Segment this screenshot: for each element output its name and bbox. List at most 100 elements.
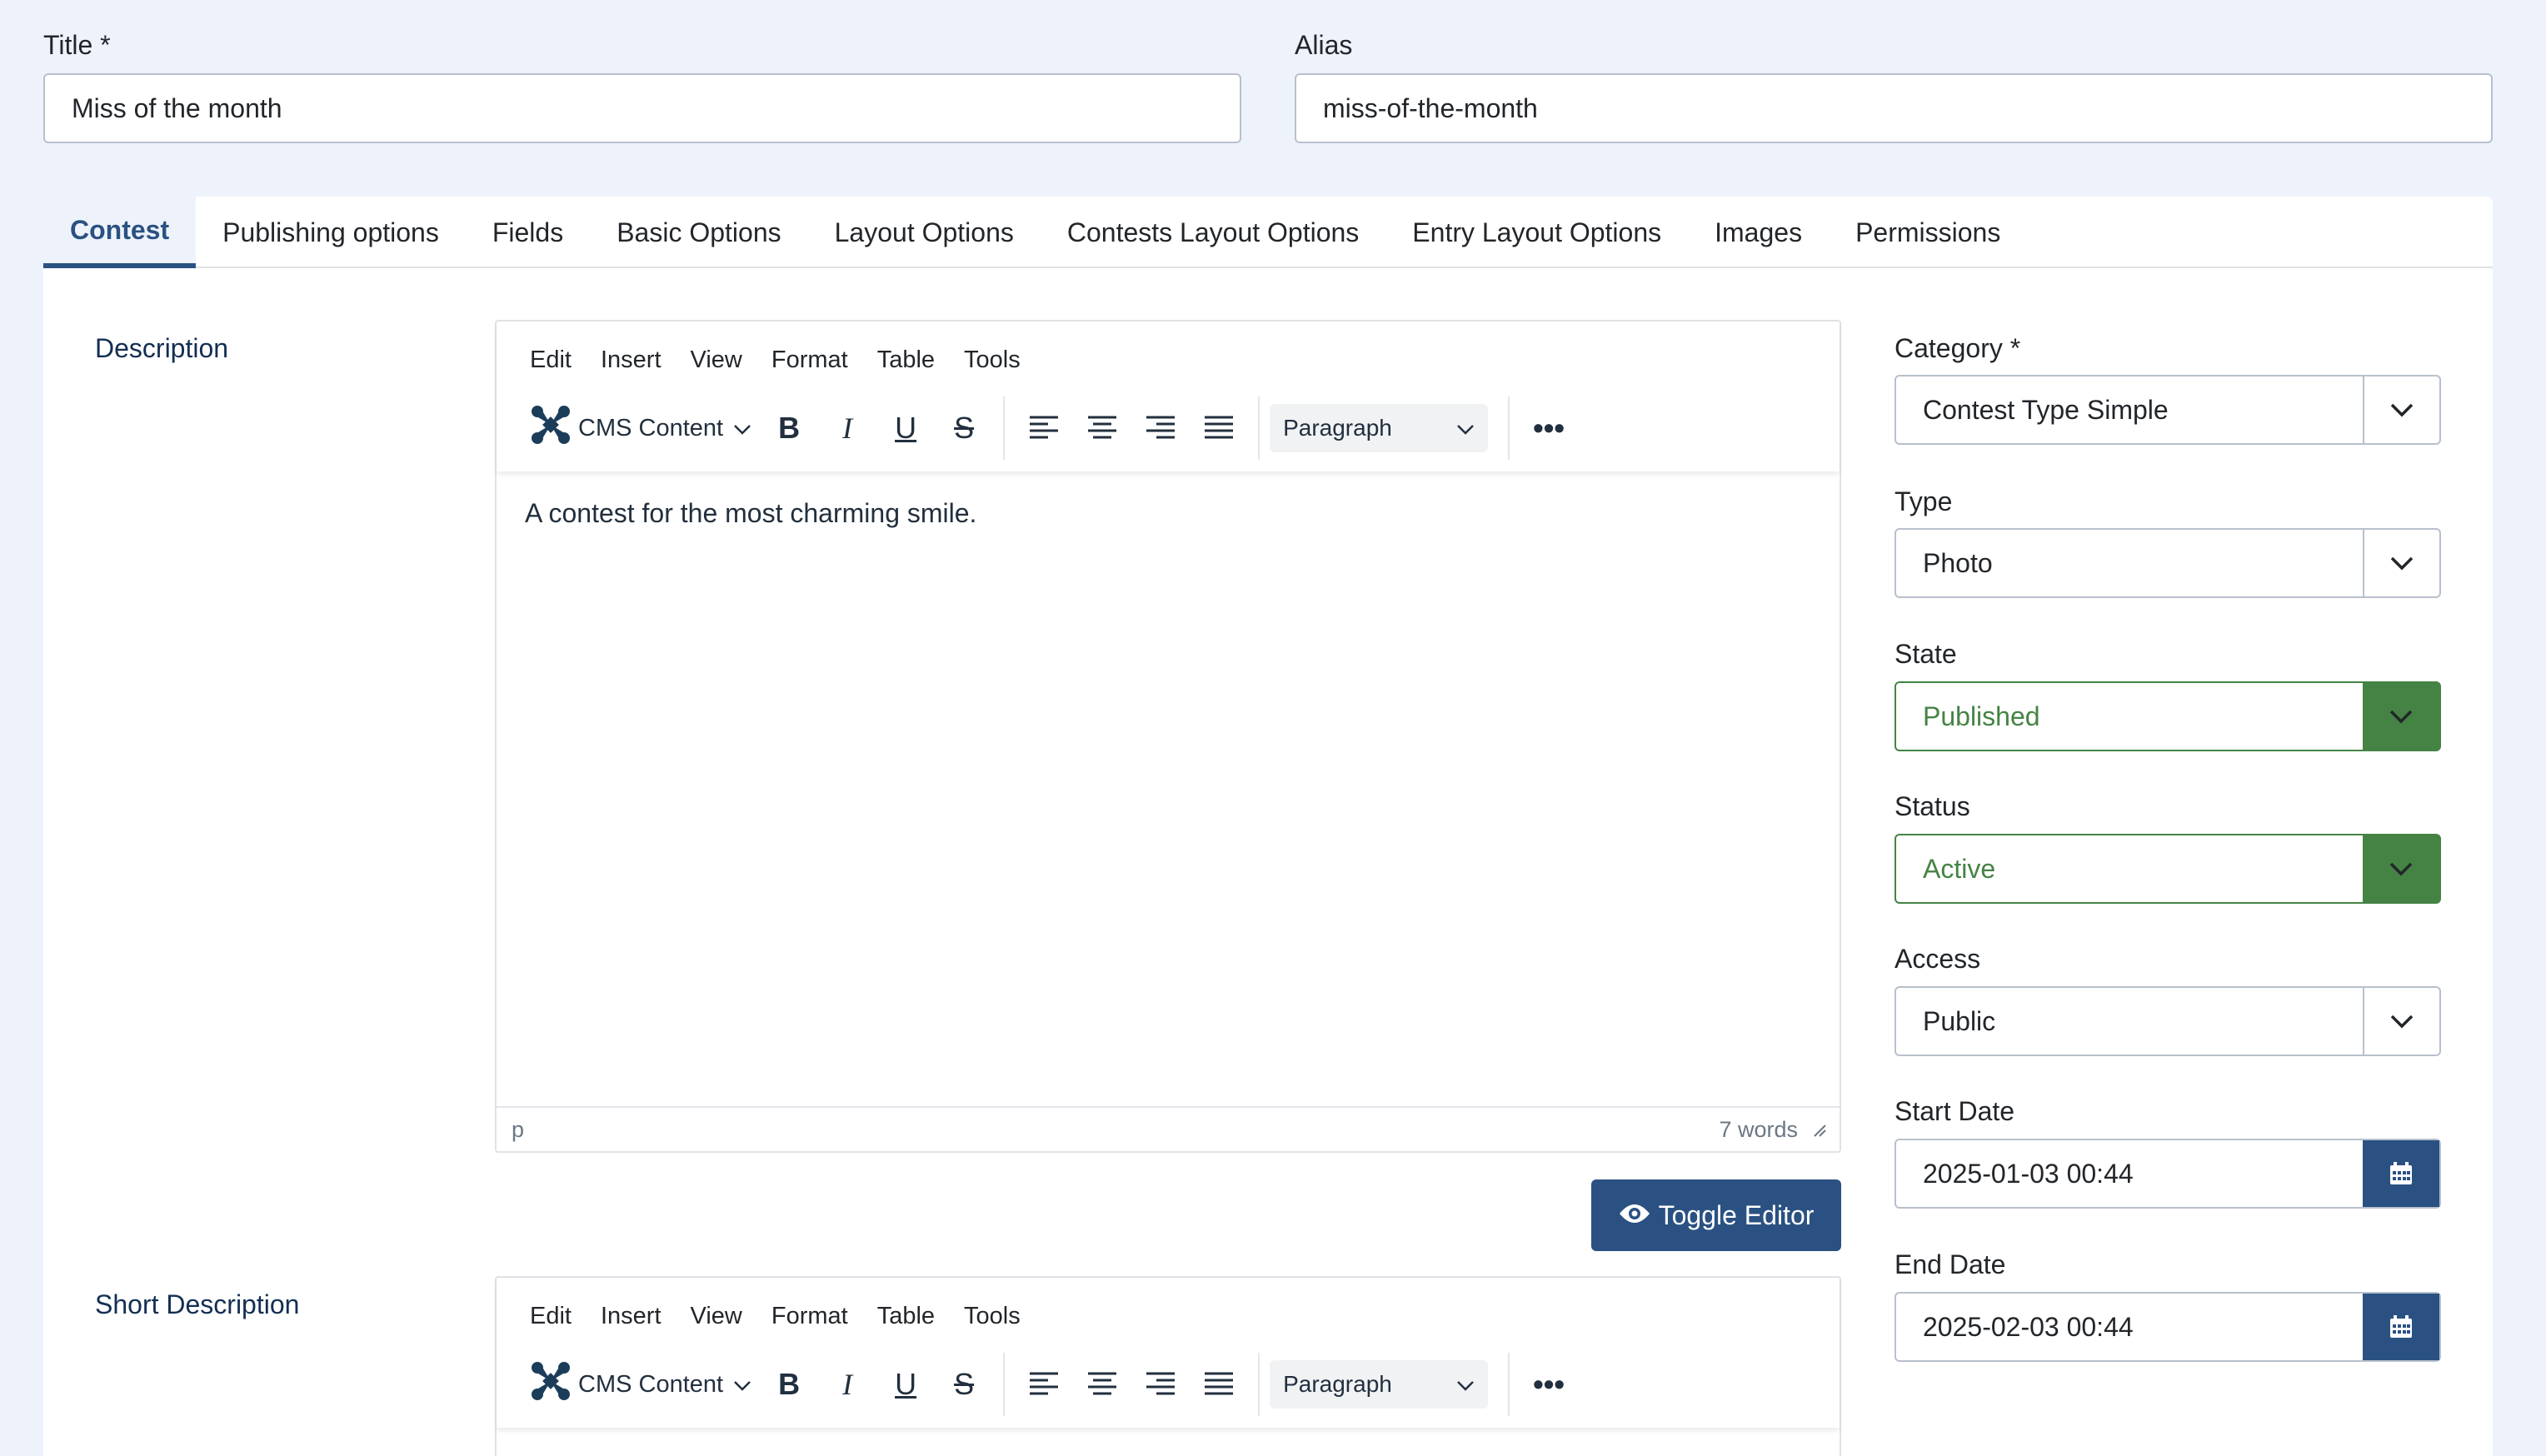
tab-entry-layout-options[interactable]: Entry Layout Options — [1385, 197, 1688, 268]
status-select[interactable]: Active — [1895, 834, 2441, 904]
chevron-down-icon — [2363, 835, 2439, 902]
underline-button[interactable]: U — [876, 1358, 935, 1411]
menu-format[interactable]: Format — [771, 347, 848, 374]
state-select[interactable]: Published — [1895, 681, 2441, 751]
toggle-editor-button[interactable]: Toggle Editor — [1591, 1179, 1841, 1251]
tab-fields[interactable]: Fields — [466, 197, 590, 268]
state-value: Published — [1923, 701, 2040, 731]
menu-table[interactable]: Table — [877, 1303, 935, 1330]
editor-statusbar: p 7 words — [497, 1106, 1840, 1151]
chevron-down-icon — [1456, 415, 1475, 441]
editor-menubar: Edit Insert View Format Table Tools — [530, 1303, 1050, 1330]
access-value: Public — [1923, 1005, 1996, 1036]
tab-basic-options[interactable]: Basic Options — [590, 197, 807, 268]
chevron-down-icon — [2363, 988, 2439, 1055]
editor-header: Edit Insert View Format Table Tools CMS … — [497, 322, 1840, 471]
cms-content-label: CMS Content — [578, 414, 724, 441]
align-right-icon[interactable] — [1131, 1358, 1190, 1411]
tab-publishing-options[interactable]: Publishing options — [196, 197, 466, 268]
tab-contests-layout-options[interactable]: Contests Layout Options — [1041, 197, 1385, 268]
calendar-icon[interactable] — [2363, 1140, 2439, 1207]
access-label: Access — [1895, 944, 1981, 974]
menu-edit[interactable]: Edit — [530, 1303, 572, 1330]
editor-menubar: Edit Insert View Format Table Tools — [530, 347, 1050, 374]
block-format-value: Paragraph — [1283, 1371, 1392, 1397]
description-label: Description — [95, 333, 229, 363]
cms-content-button[interactable]: CMS Content — [522, 1358, 760, 1411]
italic-button[interactable]: I — [818, 401, 876, 455]
joomla-icon — [530, 404, 572, 452]
align-right-icon[interactable] — [1131, 401, 1190, 455]
align-justify-icon[interactable] — [1190, 1358, 1248, 1411]
menu-tools[interactable]: Tools — [964, 1303, 1021, 1330]
bold-button[interactable]: B — [760, 1358, 818, 1411]
element-path[interactable]: p — [512, 1117, 524, 1143]
menu-format[interactable]: Format — [771, 1303, 848, 1330]
menu-tools[interactable]: Tools — [964, 347, 1021, 374]
menu-table[interactable]: Table — [877, 347, 935, 374]
title-input[interactable]: Miss of the month — [43, 73, 1241, 143]
align-center-icon[interactable] — [1073, 401, 1131, 455]
status-value: Active — [1923, 853, 1996, 884]
toolbar-divider — [1508, 396, 1510, 460]
more-icon[interactable]: ••• — [1520, 401, 1578, 455]
start-date-value: 2025-01-03 00:44 — [1923, 1158, 2134, 1189]
start-date-field[interactable]: 2025-01-03 00:44 — [1895, 1139, 2441, 1209]
menu-edit[interactable]: Edit — [530, 347, 572, 374]
type-value: Photo — [1923, 547, 1993, 578]
underline-button[interactable]: U — [876, 401, 935, 455]
chevron-down-icon — [1456, 1371, 1475, 1398]
tab-permissions[interactable]: Permissions — [1829, 197, 2027, 268]
type-label: Type — [1895, 486, 1953, 516]
menu-view[interactable]: View — [691, 1303, 742, 1330]
block-format-select[interactable]: Paragraph — [1270, 404, 1489, 452]
eye-icon — [1619, 1200, 1650, 1231]
toggle-editor-label: Toggle Editor — [1658, 1199, 1815, 1230]
strikethrough-button[interactable]: S — [935, 1358, 993, 1411]
align-justify-icon[interactable] — [1190, 401, 1248, 455]
italic-button[interactable]: I — [818, 1358, 876, 1411]
status-label: Status — [1895, 791, 1970, 821]
title-label: Title * — [43, 30, 111, 60]
align-left-icon[interactable] — [1015, 1358, 1073, 1411]
menu-insert[interactable]: Insert — [601, 347, 661, 374]
state-label: State — [1895, 639, 1957, 669]
menu-view[interactable]: View — [691, 347, 742, 374]
word-count: 7 words — [1719, 1116, 1798, 1142]
menu-insert[interactable]: Insert — [601, 1303, 661, 1330]
chevron-down-icon — [2363, 530, 2439, 596]
toolbar-divider — [1258, 1353, 1261, 1416]
more-icon[interactable]: ••• — [1520, 1358, 1578, 1411]
description-editor: Edit Insert View Format Table Tools CMS … — [495, 320, 1841, 1153]
short-description-label: Short Description — [95, 1289, 300, 1319]
end-date-field[interactable]: 2025-02-03 00:44 — [1895, 1292, 2441, 1362]
editor-header: Edit Insert View Format Table Tools CMS … — [497, 1278, 1840, 1428]
editor-content[interactable]: A contest for the most charming smile. — [525, 498, 976, 529]
calendar-icon[interactable] — [2363, 1294, 2439, 1360]
category-label: Category * — [1895, 333, 2021, 363]
editor-toolbar: CMS Content B I U S Paragraph ••• — [522, 396, 1578, 460]
toolbar-divider — [1258, 396, 1261, 460]
align-center-icon[interactable] — [1073, 1358, 1131, 1411]
short-description-editor: Edit Insert View Format Table Tools CMS … — [495, 1276, 1841, 1456]
end-date-label: End Date — [1895, 1249, 2006, 1279]
toolbar-divider — [1003, 1353, 1006, 1416]
chevron-down-icon — [733, 1371, 751, 1399]
category-select[interactable]: Contest Type Simple — [1895, 375, 2441, 445]
cms-content-button[interactable]: CMS Content — [522, 401, 760, 455]
align-left-icon[interactable] — [1015, 401, 1073, 455]
chevron-down-icon — [2363, 683, 2439, 750]
type-select[interactable]: Photo — [1895, 528, 2441, 598]
editor-toolbar: CMS Content B I U S Paragraph ••• — [522, 1353, 1578, 1416]
cms-content-label: CMS Content — [578, 1370, 724, 1398]
access-select[interactable]: Public — [1895, 986, 2441, 1056]
block-format-select[interactable]: Paragraph — [1270, 1360, 1489, 1409]
tab-images[interactable]: Images — [1688, 197, 1829, 268]
tab-layout-options[interactable]: Layout Options — [808, 197, 1041, 268]
tab-contest[interactable]: Contest — [43, 197, 197, 268]
resize-handle-icon[interactable] — [1813, 1117, 1826, 1143]
alias-input[interactable]: miss-of-the-month — [1295, 73, 2493, 143]
bold-button[interactable]: B — [760, 401, 818, 455]
strikethrough-button[interactable]: S — [935, 401, 993, 455]
toolbar-divider — [1003, 396, 1006, 460]
